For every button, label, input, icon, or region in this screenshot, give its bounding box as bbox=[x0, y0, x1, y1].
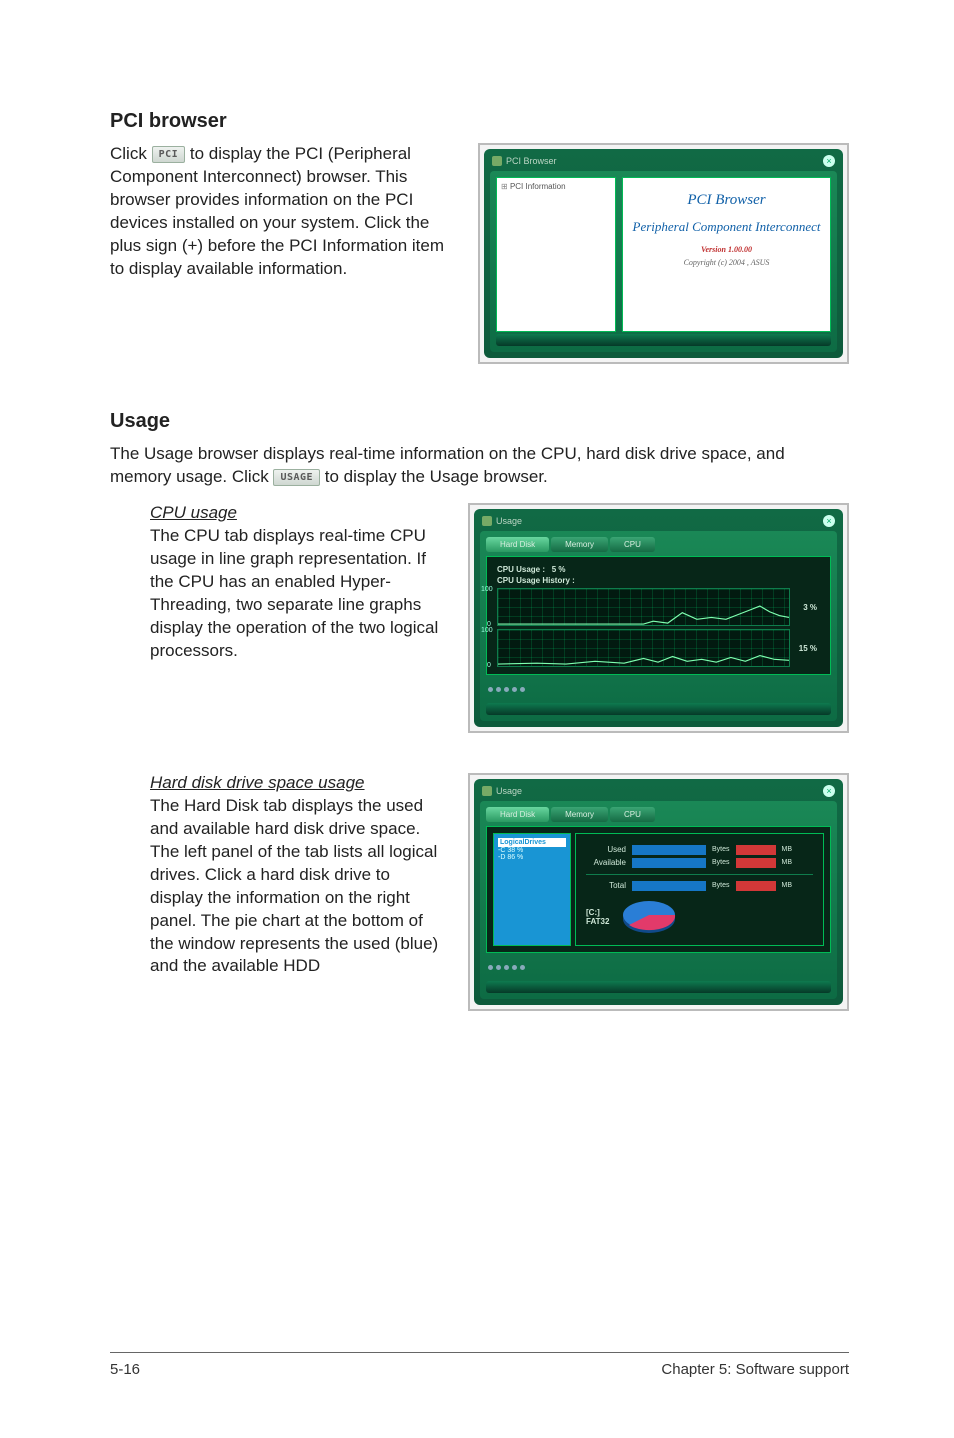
hdd-text: The Hard Disk tab displays the used and … bbox=[150, 795, 440, 979]
page-number: 5-16 bbox=[110, 1361, 140, 1378]
pci-panel-sub: Peripheral Component Interconnect bbox=[623, 219, 830, 235]
pci-screenshot: PCI Browser × ⊞ PCI Information PCI Brow… bbox=[478, 143, 849, 364]
home-icon bbox=[482, 786, 492, 796]
tab-harddisk: Hard Disk bbox=[486, 537, 549, 552]
hdd-total-label: Total bbox=[586, 881, 626, 890]
pci-panel-copyright: Copyright (c) 2004 , ASUS bbox=[623, 258, 830, 267]
cpu-graph1-pct: 3 % bbox=[803, 603, 817, 612]
usage-intro-post: to display the Usage browser. bbox=[320, 467, 548, 486]
hdd-drive-list: LogicalDrives -C 38 % -D 86 % bbox=[493, 833, 571, 946]
hdd-window-title: Usage bbox=[496, 786, 823, 796]
cpu-graph2-pct: 15 % bbox=[799, 644, 817, 653]
pci-toolbar-button[interactable]: PCI bbox=[152, 146, 186, 164]
close-icon: × bbox=[823, 515, 835, 527]
hdd-used-label: Used bbox=[586, 845, 626, 854]
tab-memory: Memory bbox=[551, 807, 608, 822]
chapter-label: Chapter 5: Software support bbox=[661, 1361, 849, 1378]
close-icon: × bbox=[823, 155, 835, 167]
hdd-pie-label-2: FAT32 bbox=[586, 917, 609, 926]
usage-intro: The Usage browser displays real-time inf… bbox=[110, 443, 849, 489]
pci-paragraph: Click PCI to display the PCI (Peripheral… bbox=[110, 143, 450, 281]
hdd-details: Used Bytes MB Available Bytes MB bbox=[575, 833, 824, 946]
cpu-usage-label: CPU Usage : bbox=[497, 565, 545, 574]
cpu-text: The CPU tab displays real-time CPU usage… bbox=[150, 525, 440, 663]
hdd-screenshot: Usage × Hard Disk Memory CPU LogicalDriv… bbox=[468, 773, 849, 1011]
tab-cpu: CPU bbox=[610, 807, 655, 822]
hdd-pie-chart bbox=[619, 897, 679, 937]
pci-tree: ⊞ PCI Information bbox=[496, 177, 616, 332]
hdd-avail-label: Available bbox=[586, 858, 626, 867]
pci-panel: PCI Browser Peripheral Component Interco… bbox=[622, 177, 831, 332]
pci-heading: PCI browser bbox=[110, 110, 849, 133]
cpu-window-title: Usage bbox=[496, 516, 823, 526]
pci-para-pre: Click bbox=[110, 144, 152, 163]
tab-cpu: CPU bbox=[610, 537, 655, 552]
cpu-subheading: CPU usage bbox=[150, 503, 440, 523]
cpu-graph-2: 15 % bbox=[497, 629, 790, 667]
cpu-screenshot: Usage × Hard Disk Memory CPU CPU Usage :… bbox=[468, 503, 849, 733]
pci-window-title: PCI Browser bbox=[506, 156, 823, 166]
pci-para-post: to display the PCI (Peripheral Component… bbox=[110, 144, 444, 278]
usage-heading: Usage bbox=[110, 410, 849, 433]
home-icon bbox=[492, 156, 502, 166]
hdd-subheading: Hard disk drive space usage bbox=[150, 773, 440, 793]
cpu-history-label: CPU Usage History : bbox=[497, 576, 820, 585]
pci-panel-title: PCI Browser bbox=[623, 192, 830, 209]
usage-toolbar-button[interactable]: USAGE bbox=[273, 469, 320, 487]
pci-panel-version: Version 1.00.00 bbox=[623, 245, 830, 254]
tab-harddisk: Hard Disk bbox=[486, 807, 549, 822]
tab-memory: Memory bbox=[551, 537, 608, 552]
hdd-left-title: LogicalDrives bbox=[498, 838, 566, 847]
close-icon: × bbox=[823, 785, 835, 797]
hdd-drive-d: -D 86 % bbox=[498, 854, 566, 861]
home-icon bbox=[482, 516, 492, 526]
cpu-usage-value: 5 % bbox=[552, 565, 566, 574]
pci-tree-root: PCI Information bbox=[510, 182, 566, 191]
hdd-pie-label-1: [C:] bbox=[586, 908, 609, 917]
cpu-graph-1: 3 % bbox=[497, 588, 790, 626]
hdd-drive-c: -C 38 % bbox=[498, 847, 566, 854]
